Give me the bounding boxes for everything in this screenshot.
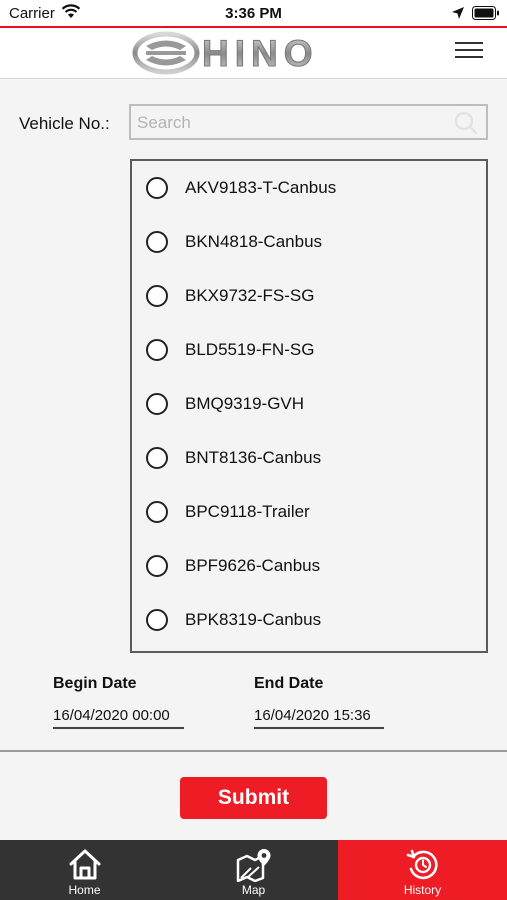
vehicle-name: AKV9183-T-Canbus: [185, 178, 337, 197]
begin-date-label: Begin Date: [53, 675, 137, 692]
vehicle-name: BKX9732-FS-SG: [185, 286, 315, 305]
vehicle-option[interactable]: BPF9626-Canbus: [132, 546, 486, 586]
vehicle-option[interactable]: BNT8136-Canbus: [132, 438, 486, 478]
vehicle-option[interactable]: BLD5519-FN-SG: [132, 330, 486, 370]
history-icon: [405, 848, 441, 887]
vehicle-name: BKN4818-Canbus: [185, 232, 323, 251]
radio-button[interactable]: [146, 393, 168, 415]
logo-text: HINO: [202, 33, 319, 74]
hamburger-icon: [455, 42, 483, 44]
search-icon[interactable]: [454, 111, 478, 140]
vehicle-name: BNT8136-Canbus: [185, 448, 322, 467]
divider: [0, 750, 507, 752]
bottom-nav: Home Map History: [0, 840, 507, 900]
radio-button[interactable]: [146, 501, 168, 523]
search-input[interactable]: [137, 112, 437, 134]
submit-button[interactable]: Submit: [180, 777, 327, 819]
map-icon: [235, 848, 273, 887]
vehicle-option[interactable]: BPC9118-Trailer: [132, 492, 486, 532]
radio-button[interactable]: [146, 609, 168, 631]
nav-history-label: History: [403, 883, 442, 897]
vehicle-name: BPK8319-Canbus: [185, 610, 322, 629]
begin-date-field[interactable]: 16/04/2020 00:00: [53, 707, 184, 729]
vehicle-name: BMQ9319-GVH: [185, 394, 305, 413]
end-date-field[interactable]: 16/04/2020 15:36: [254, 707, 384, 729]
search-box[interactable]: [129, 104, 488, 140]
menu-button[interactable]: [453, 38, 485, 66]
vehicle-name: BLD5519-FN-SG: [185, 340, 315, 359]
vehicle-name: BPF9626-Canbus: [185, 556, 321, 575]
home-icon: [68, 848, 102, 885]
vehicle-list[interactable]: AKV9183-T-Canbus BKN4818-Canbus BKX9732-…: [130, 159, 488, 653]
nav-history[interactable]: History: [338, 840, 507, 900]
nav-map[interactable]: Map: [169, 840, 338, 900]
vehicle-option[interactable]: BKN4818-Canbus: [132, 222, 486, 262]
vehicle-no-label: Vehicle No.:: [19, 114, 110, 133]
vehicle-option[interactable]: AKV9183-T-Canbus: [132, 168, 486, 208]
vehicle-option[interactable]: BKX9732-FS-SG: [132, 276, 486, 316]
vehicle-name: BPC9118-Trailer: [185, 502, 310, 521]
radio-button[interactable]: [146, 285, 168, 307]
radio-button[interactable]: [146, 231, 168, 253]
nav-home[interactable]: Home: [0, 840, 169, 900]
hino-logo: HINO: [132, 31, 376, 80]
location-arrow-icon: [451, 6, 465, 25]
radio-button[interactable]: [146, 339, 168, 361]
end-date-label: End Date: [254, 675, 324, 692]
status-time: 3:36 PM: [225, 5, 282, 22]
vehicle-option[interactable]: BMQ9319-GVH: [132, 384, 486, 424]
radio-button[interactable]: [146, 555, 168, 577]
radio-button[interactable]: [146, 447, 168, 469]
status-bar: Carrier 3:36 PM: [0, 0, 507, 27]
app-header: HINO: [0, 28, 507, 79]
radio-button[interactable]: [146, 177, 168, 199]
nav-home-label: Home: [68, 883, 101, 897]
battery-icon: [472, 6, 500, 25]
nav-map-label: Map: [241, 883, 266, 897]
vehicle-option[interactable]: BPK8319-Canbus: [132, 600, 486, 640]
